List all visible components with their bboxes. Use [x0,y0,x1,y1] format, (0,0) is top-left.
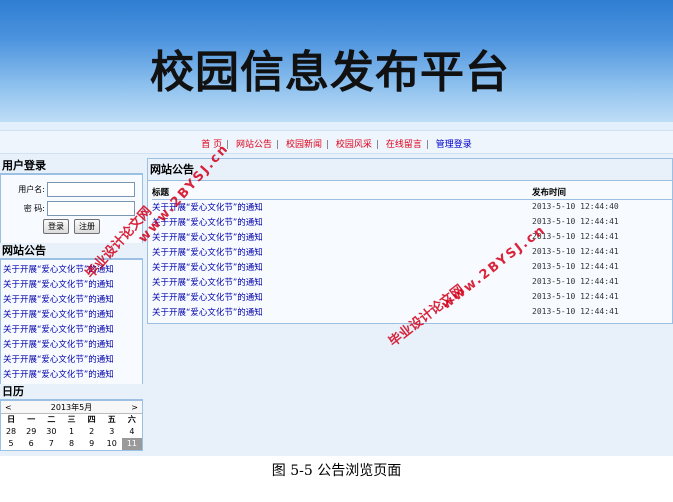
table-row: 关于开展“爱心文化节”的通知 2013-5-10 12:44:41 [152,214,672,229]
notice-time: 2013-5-10 12:44:41 [532,217,619,226]
username-row: 用户名: [1,180,142,199]
notice-time: 2013-5-10 12:44:41 [532,247,619,256]
table-row: 关于开展“爱心文化节”的通知 2013-5-10 12:44:41 [152,289,672,304]
calendar-month-label: 2013年5月 [50,403,93,412]
notice-time: 2013-5-10 12:44:41 [532,307,619,316]
password-input[interactable] [47,201,135,216]
username-label: 用户名: [18,185,45,194]
table-row: 关于开展“爱心文化节”的通知 2013-5-10 12:44:41 [152,229,672,244]
register-button[interactable]: 注册 [74,219,100,234]
site-banner: 校园信息发布平台 [0,0,673,130]
notice-title-link[interactable]: 关于开展“爱心文化节”的通知 [152,304,532,319]
sidebar-notice-link[interactable]: 关于开展“爱心文化节”的通知 [3,308,140,323]
calendar-weekday: 一 [27,415,36,424]
table-row: 关于开展“爱心文化节”的通知 2013-5-10 12:44:41 [152,274,672,289]
col-title-header: 标题 [152,185,532,200]
sidebar-notice-link[interactable]: 关于开展“爱心文化节”的通知 [3,368,140,383]
table-row: 关于开展“爱心文化节”的通知 2013-5-10 12:44:40 [152,199,672,214]
calendar-panel: 日历 < 2013年5月 > 日 一 二 三 四 五 六 28 29 30 1 … [0,384,143,451]
password-row: 密 码: [1,199,142,218]
sidebar-notices: 网站公告 关于开展“爱心文化节”的通知 关于开展“爱心文化节”的通知 关于开展“… [0,243,143,387]
notice-title-link[interactable]: 关于开展“爱心文化节”的通知 [152,199,532,214]
browser-viewport: 校园信息发布平台 首 页 | 网站公告 | 校园新闻 | 校园风采 | 在线留言 | 管理… [0,0,673,456]
calendar-today[interactable]: 11 [121,438,142,450]
main-title: 网站公告 [147,158,673,180]
notice-time: 2013-5-10 12:44:41 [532,262,619,271]
calendar-weekday: 四 [87,415,96,424]
nav-separator: | [375,140,379,150]
site-title: 校园信息发布平台 [150,47,510,98]
figure-caption: 图 5-5 公告浏览页面 [271,463,402,479]
notice-time: 2013-5-10 12:44:41 [532,292,619,301]
calendar-day[interactable]: 7 [41,438,61,450]
notice-title-link[interactable]: 关于开展“爱心文化节”的通知 [152,244,532,259]
nav-separator: | [325,140,330,150]
calendar-day[interactable]: 29 [21,426,41,438]
calendar-day[interactable]: 8 [61,438,81,450]
nav-separator: | [425,140,429,150]
calendar-grid: 日 一 二 三 四 五 六 28 29 30 1 2 3 4 5 6 7 8 9… [1,414,142,450]
calendar-day[interactable]: 10 [102,438,122,450]
notice-title-link[interactable]: 关于开展“爱心文化节”的通知 [152,229,532,244]
notice-table: 标题 发布时间 关于开展“爱心文化节”的通知 2013-5-10 12:44:40… [152,185,672,319]
calendar-weekday: 三 [67,415,76,424]
calendar-widget: < 2013年5月 > 日 一 二 三 四 五 六 28 29 30 1 2 3… [0,400,143,451]
calendar-day[interactable]: 2 [82,426,102,438]
calendar-day[interactable]: 28 [1,426,21,438]
username-input[interactable] [47,182,135,197]
nav-news[interactable]: 校园新闻 [282,140,326,150]
notice-time: 2013-5-10 12:44:40 [532,202,619,212]
banner-strip [0,122,673,130]
notice-table-container: 标题 发布时间 关于开展“爱心文化节”的通知 2013-5-10 12:44:40… [147,180,673,324]
calendar-weekday: 日 [7,415,16,424]
calendar-weekday: 二 [47,415,56,424]
main-panel: 网站公告 标题 发布时间 关于开展“爱心文化节”的通知 2013-5-10 12:… [147,158,673,324]
login-title: 用户登录 [0,158,143,174]
nav-guestbook[interactable]: 在线留言 [382,140,426,150]
sidebar-notice-link[interactable]: 关于开展“爱心文化节”的通知 [3,353,140,368]
sidebar-notice-link[interactable]: 关于开展“爱心文化节”的通知 [3,263,140,278]
calendar-day[interactable]: 3 [102,426,122,438]
nav-gallery[interactable]: 校园风采 [332,140,376,150]
calendar-prev-button[interactable]: < [5,401,12,413]
sidebar-notice-link[interactable]: 关于开展“爱心文化节”的通知 [3,278,140,293]
table-row: 关于开展“爱心文化节”的通知 2013-5-10 12:44:41 [152,244,672,259]
calendar-weekday: 六 [127,415,136,424]
notice-title-link[interactable]: 关于开展“爱心文化节”的通知 [152,214,532,229]
login-button[interactable]: 登录 [43,219,69,234]
main-nav: 首 页 | 网站公告 | 校园新闻 | 校园风采 | 在线留言 | 管理登录 [0,130,673,154]
notice-time: 2013-5-10 12:44:41 [532,277,619,286]
calendar-day[interactable]: 9 [82,438,102,450]
calendar-day[interactable]: 1 [61,426,81,438]
notice-time: 2013-5-10 12:44:41 [532,232,619,241]
calendar-weekday: 五 [107,415,116,424]
calendar-day[interactable]: 4 [122,426,142,438]
table-row: 关于开展“爱心文化节”的通知 2013-5-10 12:44:41 [152,259,672,274]
sidebar-notices-list: 关于开展“爱心文化节”的通知 关于开展“爱心文化节”的通知 关于开展“爱心文化节… [0,259,143,387]
sidebar-notice-link[interactable]: 关于开展“爱心文化节”的通知 [3,293,140,308]
sidebar-notice-link[interactable]: 关于开展“爱心文化节”的通知 [3,338,140,353]
password-label: 密 码: [23,204,45,213]
nav-admin-login[interactable]: 管理登录 [432,140,476,150]
table-header-row: 标题 发布时间 [152,185,672,200]
calendar-header: < 2013年5月 > [1,401,142,414]
calendar-day[interactable]: 6 [21,438,41,450]
nav-separator: | [276,140,280,150]
calendar-title: 日历 [0,384,143,400]
calendar-day[interactable]: 5 [1,438,21,450]
col-time-header: 发布时间 [532,185,672,200]
sidebar-notice-link[interactable]: 关于开展“爱心文化节”的通知 [3,323,140,338]
nav-notices[interactable]: 网站公告 [232,140,276,150]
calendar-next-button[interactable]: > [131,401,138,413]
calendar-day[interactable]: 30 [41,426,61,438]
